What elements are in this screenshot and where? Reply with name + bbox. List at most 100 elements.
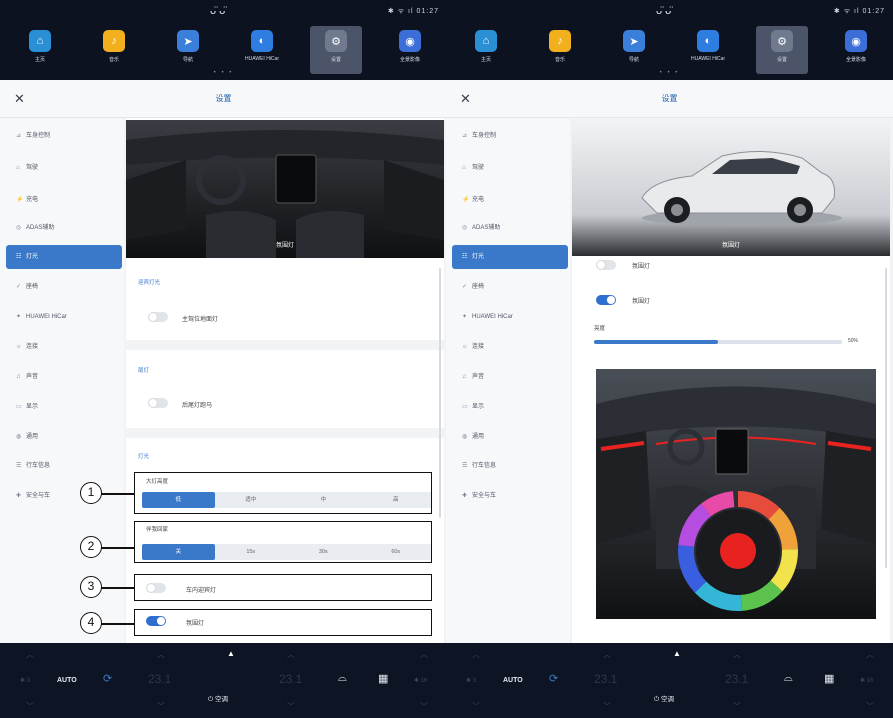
hero-caption: 氛围灯 <box>275 243 294 249</box>
ambient-light-toggle[interactable] <box>596 295 616 305</box>
sidebar-item-trip-info[interactable]: ☰ 行车信息 <box>6 454 122 478</box>
app-hicar[interactable]: ◐ HUAWEI HiCar <box>682 26 734 74</box>
front-defrost-icon[interactable]: ⌓ <box>784 672 793 685</box>
right-fan-level: ✱ 16 <box>414 678 428 684</box>
sidebar-item-security[interactable]: ✚ 安全与车 <box>6 484 122 508</box>
sidebar-item-sound[interactable]: ♫ 声音 <box>452 365 568 389</box>
adas-icon: ◎ <box>462 225 468 231</box>
display-icon: ▭ <box>16 404 22 410</box>
chevron-down-icon[interactable]: ﹀ <box>603 701 611 712</box>
scrollbar[interactable] <box>885 268 887 568</box>
sidebar-item-driving[interactable]: ⌂ 驾驶 <box>452 156 568 180</box>
sidebar-item-lights[interactable]: ☷ 灯光 <box>452 245 568 269</box>
app-settings[interactable]: ⚙ 设置 <box>756 26 808 74</box>
chevron-down-icon[interactable]: ﹀ <box>157 701 165 712</box>
sidebar-item-label: 安全与车 <box>26 493 51 499</box>
ac-power-button[interactable]: ⏻ 空调 <box>208 693 228 704</box>
auto-button[interactable]: AUTO <box>503 677 523 684</box>
brightness-fill <box>594 340 718 344</box>
app-music[interactable]: ♪ 音乐 <box>534 26 586 74</box>
chevron-down-icon[interactable]: ﹀ <box>26 701 34 712</box>
sidebar-item-sound[interactable]: ♫ 声音 <box>6 365 122 389</box>
recirculation-icon[interactable]: ⟳ <box>103 672 112 685</box>
brand-logo: ᴗ̈ ᴗ̈ <box>656 5 672 17</box>
app-panorama[interactable]: ◉ 全景影像 <box>384 26 436 74</box>
sidebar-item-hicar[interactable]: ✦ HUAWEI HiCar <box>6 305 122 329</box>
app-settings[interactable]: ⚙ 设置 <box>310 26 362 74</box>
sidebar-item-display[interactable]: ▭ 显示 <box>6 395 122 419</box>
chevron-up-icon[interactable]: ︿ <box>733 649 741 660</box>
chevron-up-icon[interactable]: ︿ <box>157 649 165 660</box>
chevron-down-icon[interactable]: ﹀ <box>733 701 741 712</box>
app-home[interactable]: ⌂ 主页 <box>14 26 66 74</box>
sidebar-item-seats[interactable]: ✓ 座椅 <box>452 275 568 299</box>
sidebar-item-adas[interactable]: ◎ ADAS辅助 <box>6 216 122 240</box>
auto-button[interactable]: AUTO <box>57 677 77 684</box>
ground-light-toggle[interactable] <box>148 312 168 322</box>
sidebar-item-trip-info[interactable]: ☰ 行车信息 <box>452 454 568 478</box>
page-title: 设置 <box>661 94 678 103</box>
hicar-icon: ✦ <box>16 314 22 320</box>
chevron-up-icon[interactable]: ︿ <box>26 649 34 660</box>
front-defrost-icon[interactable]: ⌓ <box>338 672 347 685</box>
partial-toggle[interactable] <box>596 260 616 270</box>
ac-power-button[interactable]: ⏻ 空调 <box>654 693 674 704</box>
sidebar-item-general[interactable]: ◍ 通用 <box>452 425 568 449</box>
sidebar-item-charging[interactable]: ⚡ 充电 <box>452 188 568 212</box>
brightness-slider[interactable] <box>594 340 842 344</box>
brightness-label: 亮度 <box>594 326 606 332</box>
sidebar-item-general[interactable]: ◍ 通用 <box>6 425 122 449</box>
sidebar-item-label: HUAWEI HiCar <box>26 314 67 320</box>
car-exterior-image <box>572 118 890 256</box>
settings-header: ✕ 设置 <box>0 80 447 118</box>
adas-icon: ◎ <box>16 225 22 231</box>
connection-icon: ☼ <box>16 344 22 350</box>
app-navigation[interactable]: ➤ 导航 <box>162 26 214 74</box>
rear-defrost-icon[interactable]: ▦ <box>824 672 834 685</box>
sidebar-item-connection[interactable]: ☼ 连接 <box>6 335 122 359</box>
sidebar-item-label: 座椅 <box>26 284 39 290</box>
partial-toggle-label: 氛围灯 <box>632 264 651 270</box>
sidebar-item-label: 通用 <box>26 434 39 440</box>
app-hicar[interactable]: ◐ HUAWEI HiCar <box>236 26 288 74</box>
app-navigation[interactable]: ➤ 导航 <box>608 26 660 74</box>
sidebar-item-body-control[interactable]: ⊿ 车身控制 <box>452 124 568 148</box>
app-dock: ⌂ 主页 ♪ 音乐 ➤ 导航 ◐ HUAWEI HiCar ⚙ 设置 ◉ 全景影像 • • … <box>446 22 893 80</box>
sidebar-item-body-control[interactable]: ⊿ 车身控制 <box>6 124 122 148</box>
chevron-up-icon[interactable]: ︿ <box>420 649 428 660</box>
app-music[interactable]: ♪ 音乐 <box>88 26 140 74</box>
app-home[interactable]: ⌂ 主页 <box>460 26 512 74</box>
chevron-up-icon[interactable]: ︿ <box>287 649 295 660</box>
status-icons: ✱ ᯤ ıl 01:27 <box>387 8 439 15</box>
app-panorama[interactable]: ◉ 全景影像 <box>830 26 882 74</box>
sidebar-item-hicar[interactable]: ✦ HUAWEI HiCar <box>452 305 568 329</box>
music-icon: ♪ <box>103 30 125 52</box>
sidebar-item-lights[interactable]: ☷ 灯光 <box>6 245 122 269</box>
callout-number-4: 4 <box>80 612 102 634</box>
sidebar-item-display[interactable]: ▭ 显示 <box>452 395 568 419</box>
sidebar-item-seats[interactable]: ✓ 座椅 <box>6 275 122 299</box>
expand-up-icon[interactable]: ▲ <box>219 649 243 663</box>
sidebar-item-driving[interactable]: ⌂ 驾驶 <box>6 156 122 180</box>
tail-light-toggle[interactable] <box>148 398 168 408</box>
sidebar-item-connection[interactable]: ☼ 连接 <box>452 335 568 359</box>
car-body-icon: ⊿ <box>16 133 22 139</box>
recirculation-icon[interactable]: ⟳ <box>549 672 558 685</box>
chevron-up-icon[interactable]: ︿ <box>866 649 874 660</box>
chevron-up-icon[interactable]: ︿ <box>472 649 480 660</box>
chevron-down-icon[interactable]: ﹀ <box>472 701 480 712</box>
expand-up-icon[interactable]: ▲ <box>665 649 689 663</box>
rear-defrost-icon[interactable]: ▦ <box>378 672 388 685</box>
sidebar-item-charging[interactable]: ⚡ 充电 <box>6 188 122 212</box>
driving-icon: ⌂ <box>16 165 20 171</box>
chevron-down-icon[interactable]: ﹀ <box>420 701 428 712</box>
color-wheel[interactable] <box>678 491 798 611</box>
chevron-down-icon[interactable]: ﹀ <box>287 701 295 712</box>
chevron-up-icon[interactable]: ︿ <box>603 649 611 660</box>
sidebar-item-security[interactable]: ✚ 安全与车 <box>452 484 568 508</box>
scrollbar[interactable] <box>439 268 441 518</box>
chevron-down-icon[interactable]: ﹀ <box>866 701 874 712</box>
sidebar-item-label: 连接 <box>472 344 485 350</box>
seat-icon: ✓ <box>16 284 22 290</box>
sidebar-item-adas[interactable]: ◎ ADAS辅助 <box>452 216 568 240</box>
